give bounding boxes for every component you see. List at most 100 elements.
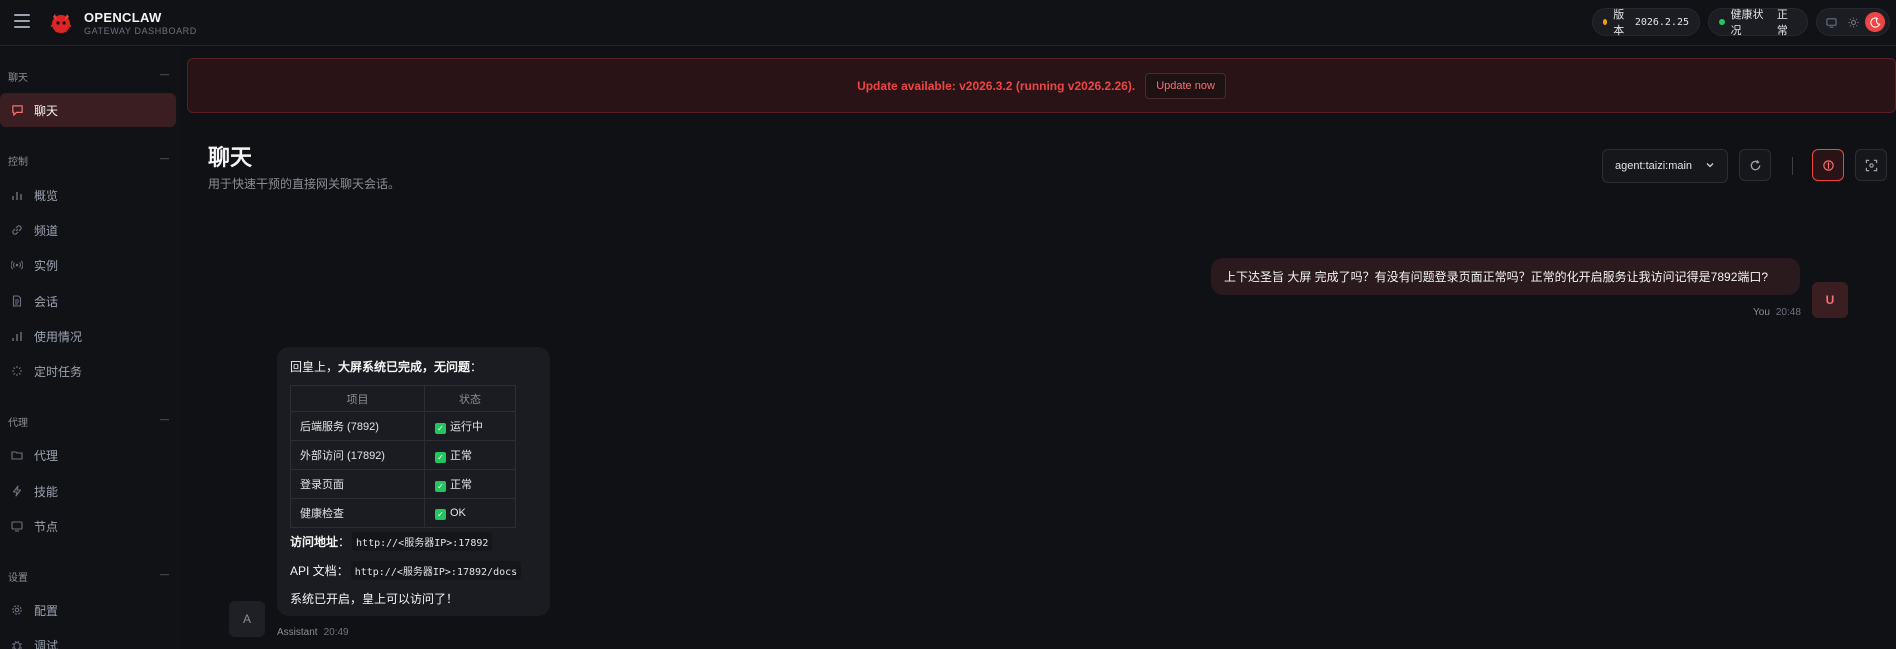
theme-switcher	[1816, 8, 1890, 36]
api-url[interactable]: http://<服务器IP>:17892/docs	[350, 561, 522, 580]
document-icon	[10, 294, 24, 308]
sidebar-item-label: 聊天	[34, 103, 59, 118]
health-status-dot	[1719, 19, 1725, 25]
health-label: 健康状况	[1730, 9, 1764, 37]
health-value: 正常	[1776, 9, 1788, 37]
access-address-line: 访问地址： http://<服务器IP>:17892	[290, 532, 493, 551]
sun-icon[interactable]	[1843, 12, 1863, 32]
assistant-message-meta: Assistant 20:49	[277, 627, 349, 638]
focus-mode-button[interactable]	[1855, 149, 1887, 181]
sidebar-item-agents[interactable]: 代理	[0, 438, 176, 472]
user-timestamp: 20:48	[1775, 307, 1801, 318]
bug-icon	[10, 638, 24, 649]
table-row: 登录页面 ✓ 正常	[290, 469, 516, 499]
sidebar-item-label: 实例	[34, 258, 59, 273]
api-docs-line: API 文档： http://<服务器IP>:17892/docs	[290, 561, 522, 580]
loader-icon	[10, 364, 24, 378]
status-table: 项目 状态 后端服务 (7892) ✓ 运行中 外部访问 (17892) ✓ 正常 …	[290, 385, 516, 528]
access-url[interactable]: http://<服务器IP>:17892	[352, 532, 493, 551]
sidebar-item-cron[interactable]: 定时任务	[0, 354, 176, 388]
sidebar-item-label: 节点	[34, 519, 59, 534]
assistant-intro-bold: 大屏系统已完成，无问题	[338, 360, 471, 374]
health-pill: 健康状况 正常	[1708, 8, 1808, 37]
brand-title: OPENCLAW	[84, 10, 162, 25]
moon-icon[interactable]	[1865, 12, 1885, 32]
update-banner-text: Update available: v2026.3.2 (running v20…	[857, 78, 1136, 93]
user-message-bubble: 上下达圣旨 大屏 完成了吗？有没有问题登录页面正常吗？正常的化开启服务让我访问记…	[1211, 258, 1800, 295]
sidebar-item-label: 定时任务	[34, 364, 83, 379]
user-message-meta: You 20:48	[1753, 307, 1801, 318]
chat-bubble-icon	[10, 103, 24, 117]
sidebar-item-label: 概览	[34, 188, 59, 203]
monitor-icon	[10, 519, 24, 533]
assistant-intro: 回皇上，大屏系统已完成，无问题：	[290, 358, 482, 375]
top-bar: OPENCLAW GATEWAY DASHBOARD 版本 2026.2.25 …	[0, 0, 1896, 46]
check-icon: ✓	[435, 481, 446, 492]
sidebar-item-nodes[interactable]: 节点	[0, 509, 176, 543]
table-cell-status: ✓ 正常	[424, 469, 516, 499]
sidebar-section-chat: 聊天	[8, 73, 28, 84]
table-header-row: 项目 状态	[290, 385, 516, 412]
sidebar-section-agents: 代理	[8, 418, 28, 429]
sidebar-item-usage[interactable]: 使用情况	[0, 319, 176, 353]
sidebar-item-config[interactable]: 配置	[0, 593, 176, 627]
sidebar-item-instances[interactable]: 实例	[0, 248, 176, 282]
table-header: 状态	[424, 385, 516, 412]
sidebar-item-chat[interactable]: 聊天	[0, 93, 176, 127]
closing-line: 系统已开启，皇上可以访问了！	[290, 592, 459, 606]
sidebar-item-skills[interactable]: 技能	[0, 474, 176, 508]
sidebar-item-label: 配置	[34, 603, 59, 618]
table-row: 外部访问 (17892) ✓ 正常	[290, 440, 516, 470]
version-status-dot	[1603, 19, 1608, 25]
table-cell-item: 后端服务 (7892)	[290, 411, 425, 441]
table-cell-item: 外部访问 (17892)	[290, 440, 425, 470]
refresh-button[interactable]	[1739, 149, 1771, 181]
table-row: 健康检查 ✓ OK	[290, 498, 516, 528]
chevron-down-icon[interactable]: —	[160, 153, 169, 163]
brain-icon	[1822, 159, 1834, 171]
user-sender: You	[1753, 307, 1770, 318]
version-value: 2026.2.25	[1634, 16, 1689, 28]
assistant-intro-suffix: ：	[470, 360, 483, 374]
assistant-timestamp: 20:49	[323, 627, 349, 638]
version-label: 版本	[1613, 9, 1625, 37]
version-pill: 版本 2026.2.25	[1592, 8, 1700, 37]
chevron-down-icon[interactable]: —	[160, 569, 169, 579]
status-text: OK	[450, 506, 466, 519]
sidebar-item-sessions[interactable]: 会话	[0, 284, 176, 318]
sidebar-item-label: 技能	[34, 484, 59, 499]
sidebar-item-channels[interactable]: 频道	[0, 213, 176, 247]
toolbar-divider	[1792, 157, 1793, 175]
menu-icon[interactable]	[14, 14, 30, 28]
table-header: 项目	[290, 385, 425, 412]
assistant-sender: Assistant	[277, 627, 318, 638]
check-icon: ✓	[435, 452, 446, 463]
sidebar: 聊天 — 聊天 控制 — 概览 频道 实例 会话 使用情况 定时任务 代理 — …	[0, 47, 182, 649]
table-cell-item: 登录页面	[290, 469, 425, 499]
lightning-icon	[10, 484, 24, 498]
sidebar-item-overview[interactable]: 概览	[0, 178, 176, 212]
refresh-icon	[1750, 159, 1760, 170]
agent-select[interactable]: agent:taizi:main	[1602, 149, 1728, 183]
focus-icon	[1865, 159, 1877, 171]
update-now-button[interactable]: Update now	[1145, 72, 1226, 99]
chevron-down-icon[interactable]: —	[160, 69, 169, 79]
avatar: A	[229, 601, 265, 637]
sidebar-item-debug[interactable]: 调试	[0, 628, 176, 649]
status-text: 正常	[450, 479, 472, 491]
bar-chart-icon	[10, 329, 24, 343]
monitor-icon[interactable]	[1821, 12, 1841, 32]
page-title: 聊天	[208, 145, 253, 170]
assistant-message-bubble: 回皇上，大屏系统已完成，无问题： 项目 状态 后端服务 (7892) ✓ 运行中 …	[277, 347, 550, 616]
chevron-down-icon[interactable]: —	[160, 414, 169, 424]
user-message-text: 上下达圣旨 大屏 完成了吗？有没有问题登录页面正常吗？正常的化开启服务让我访问记…	[1224, 270, 1769, 284]
table-cell-status: ✓ 运行中	[424, 411, 516, 441]
agent-select-value: agent:taizi:main	[1615, 160, 1693, 172]
gear-icon	[10, 603, 24, 617]
check-icon: ✓	[435, 508, 446, 520]
thinking-toggle-button[interactable]	[1812, 149, 1844, 181]
broadcast-icon	[10, 258, 24, 272]
page-subtitle: 用于快速干预的直接网关聊天会话。	[208, 177, 401, 191]
brand-subtitle: GATEWAY DASHBOARD	[84, 26, 197, 36]
sidebar-item-label: 使用情况	[34, 329, 83, 344]
